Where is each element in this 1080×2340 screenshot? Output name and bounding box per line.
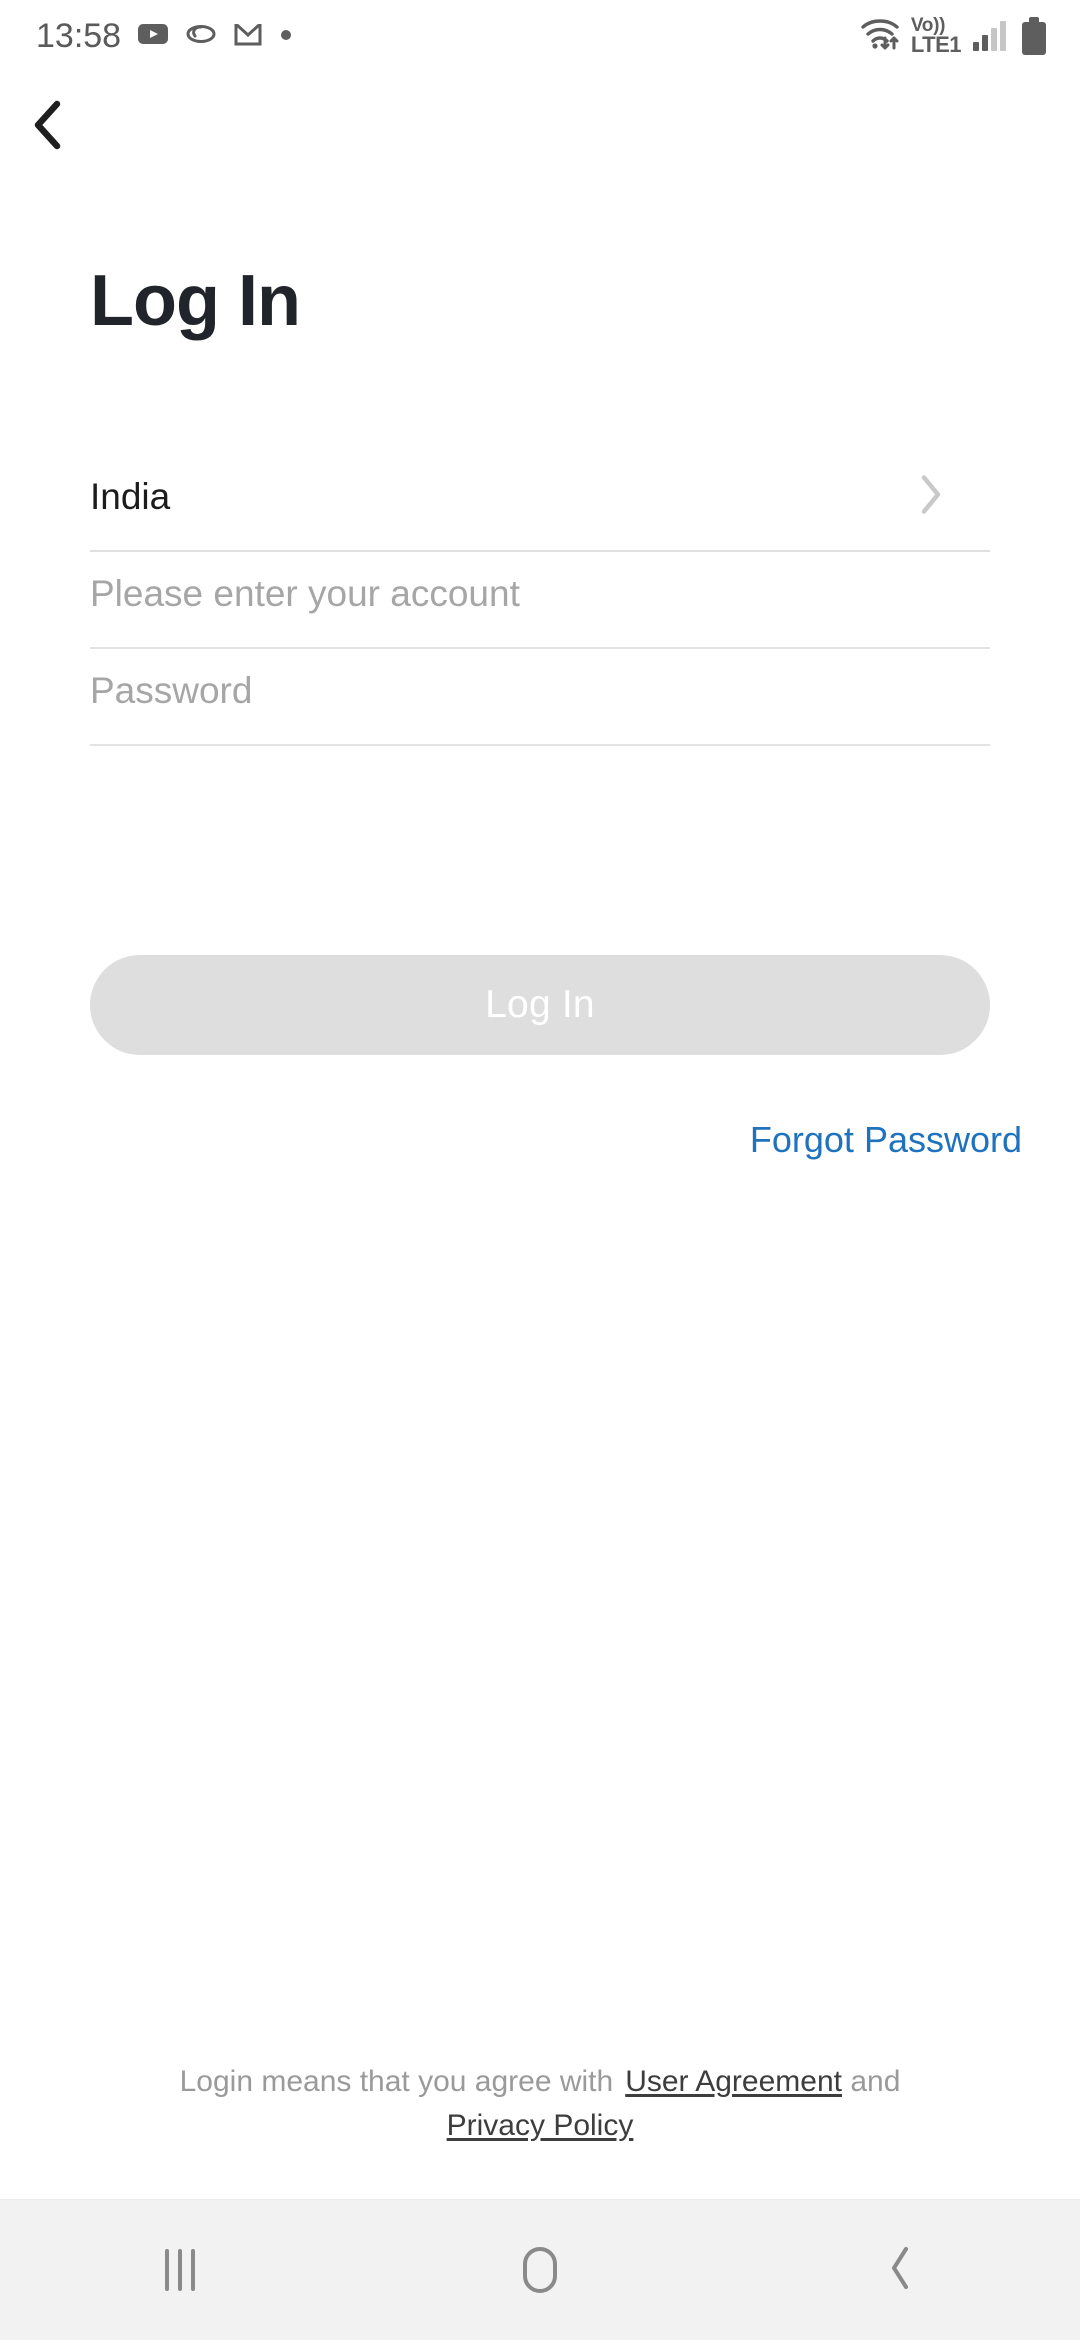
youtube-icon: [138, 22, 169, 51]
chevron-right-icon: [918, 472, 944, 521]
password-input[interactable]: [90, 669, 990, 724]
volte-label-bottom: LTE1: [910, 31, 962, 57]
country-selector-row[interactable]: India: [90, 455, 990, 552]
chevron-left-icon: [887, 2245, 913, 2296]
battery-icon: [1022, 17, 1046, 55]
legal-conjunction: and: [850, 2065, 901, 2098]
legal-prefix: Login means that you agree with: [179, 2065, 614, 2098]
back-button[interactable]: [0, 72, 160, 182]
privacy-policy-link[interactable]: Privacy Policy: [447, 2109, 634, 2142]
dot-indicator-icon: [279, 27, 293, 46]
signal-bars-icon: [973, 21, 1006, 51]
volte-icon: Vo)) LTE1: [910, 16, 962, 57]
system-back-button[interactable]: [810, 2200, 990, 2340]
wifi-icon: [859, 16, 903, 57]
country-value: India: [90, 476, 171, 517]
login-form: India: [90, 455, 990, 746]
recents-icon: [165, 2249, 195, 2291]
system-home-button[interactable]: [450, 2200, 630, 2340]
status-bar-right: Vo)) LTE1: [859, 16, 1046, 57]
data-transfer-icon: [880, 36, 899, 49]
swirl-app-icon: [185, 22, 217, 51]
system-recents-button[interactable]: [90, 2200, 270, 2340]
user-agreement-link[interactable]: User Agreement: [625, 2065, 842, 2098]
password-field-row[interactable]: [90, 649, 990, 746]
chevron-left-icon: [30, 99, 66, 156]
status-bar-left: 13:58: [36, 19, 293, 53]
page-title: Log In: [90, 261, 301, 341]
login-submit-button[interactable]: Log In: [90, 955, 990, 1055]
account-input[interactable]: [90, 572, 990, 627]
legal-agreement-text: Login means that you agree with User Agre…: [0, 2060, 1080, 2147]
home-icon: [523, 2247, 557, 2293]
gmail-icon: [234, 21, 262, 52]
forgot-password-link[interactable]: Forgot Password: [750, 1122, 1022, 1158]
status-bar-clock: 13:58: [36, 17, 122, 55]
status-bar: 13:58 Vo)) LTE1: [0, 0, 1080, 72]
account-field-row[interactable]: [90, 552, 990, 649]
system-navigation-bar: [0, 2199, 1080, 2340]
